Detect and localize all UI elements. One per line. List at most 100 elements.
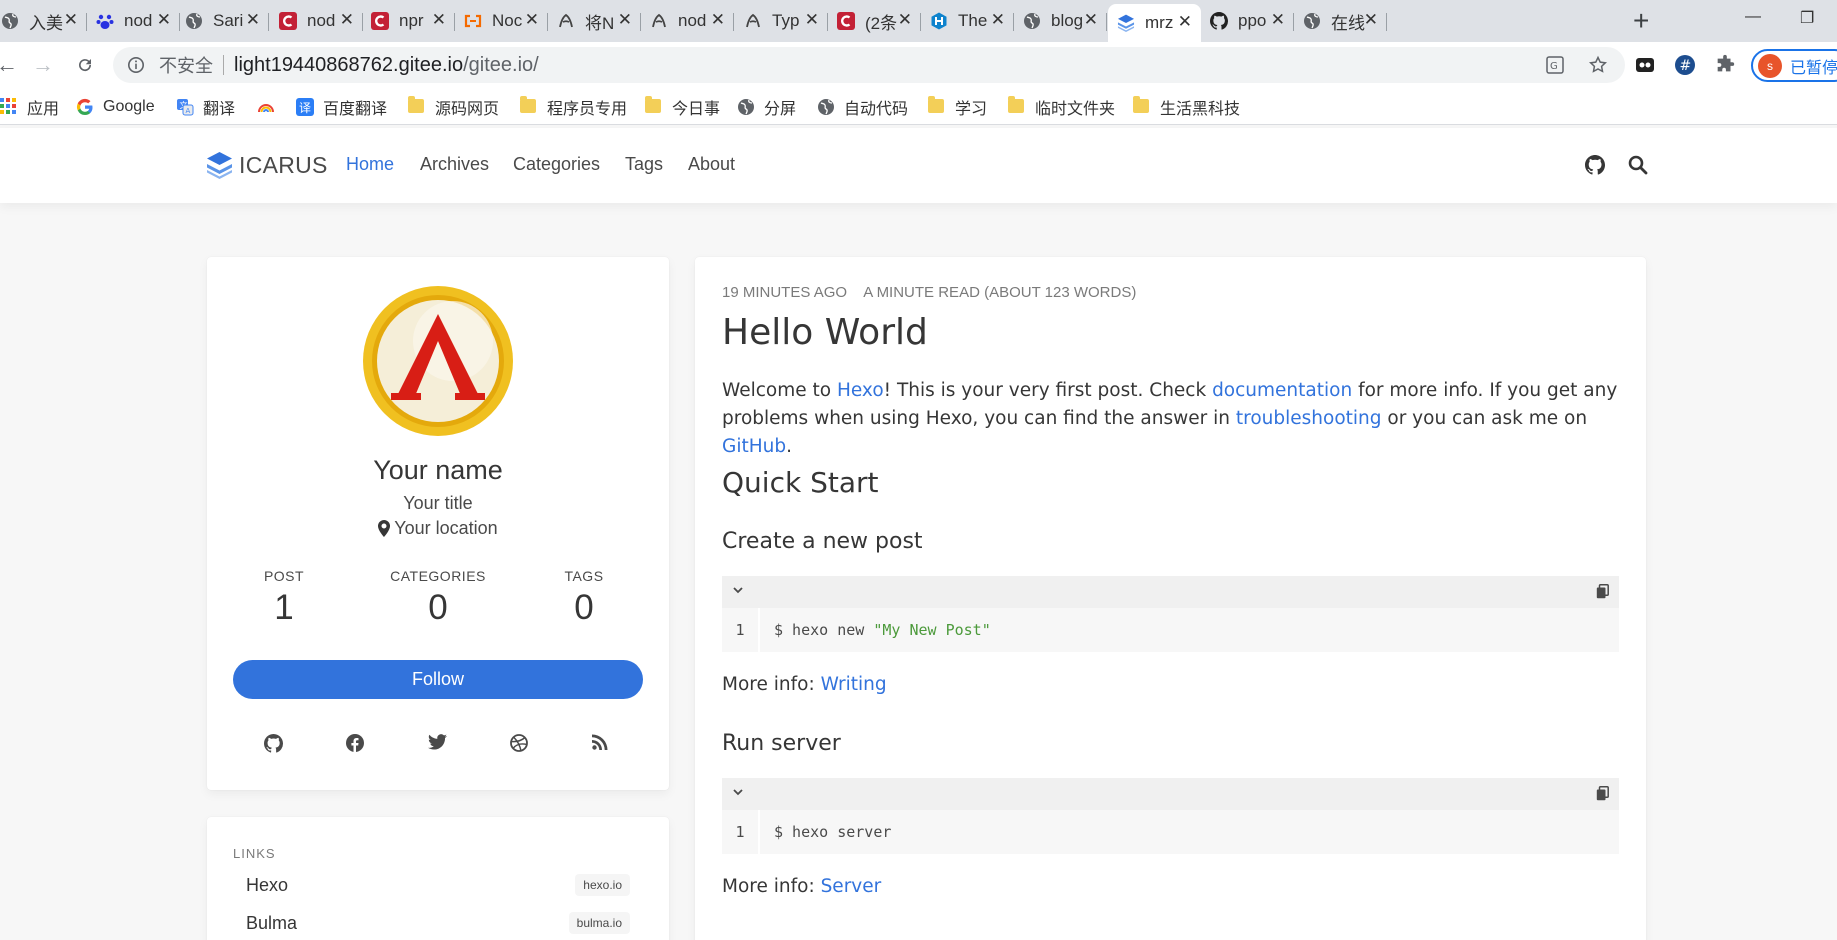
browser-tab[interactable]: nod ✕ bbox=[641, 6, 734, 36]
links-title: LINKS bbox=[233, 846, 276, 861]
globe-icon bbox=[737, 98, 755, 116]
browser-tab[interactable]: 在线 ✕ bbox=[1294, 6, 1387, 36]
bookmark-star-icon[interactable] bbox=[1588, 55, 1608, 75]
forward-icon[interactable]: → bbox=[30, 52, 56, 78]
close-tab-icon[interactable]: ✕ bbox=[805, 10, 819, 30]
copy-icon[interactable] bbox=[1596, 584, 1609, 599]
browser-tab[interactable]: ppo ✕ bbox=[1201, 6, 1294, 36]
chevron-down-icon[interactable] bbox=[732, 584, 744, 596]
bookmark-item[interactable]: 今日事 bbox=[645, 95, 720, 119]
translate-icon[interactable]: G bbox=[1545, 55, 1565, 75]
search-icon[interactable] bbox=[1628, 155, 1648, 175]
close-tab-icon[interactable]: ✕ bbox=[1271, 10, 1285, 30]
browser-tab[interactable]: nod ✕ bbox=[270, 6, 363, 36]
back-icon[interactable]: ← bbox=[0, 52, 20, 78]
chevron-down-icon[interactable] bbox=[732, 786, 744, 798]
troubleshooting-link[interactable]: troubleshooting bbox=[1236, 408, 1382, 429]
bookmark-item[interactable]: 分屏 bbox=[737, 95, 796, 119]
bookmark-label: 翻译 bbox=[203, 101, 236, 118]
browser-tab[interactable]: nod ✕ bbox=[87, 6, 180, 36]
browser-tab[interactable]: Noc ✕ bbox=[455, 6, 548, 36]
server-link[interactable]: Server bbox=[821, 876, 882, 897]
close-tab-icon[interactable]: ✕ bbox=[525, 10, 539, 30]
yuque-icon bbox=[556, 11, 576, 31]
facebook-icon[interactable] bbox=[346, 734, 366, 754]
bookmark-item[interactable]: Google bbox=[76, 95, 155, 119]
extensions-puzzle-icon[interactable] bbox=[1714, 54, 1736, 76]
close-tab-icon[interactable]: ✕ bbox=[1084, 10, 1098, 30]
browser-tab[interactable]: (2条 ✕ bbox=[828, 6, 921, 36]
close-tab-icon[interactable]: ✕ bbox=[898, 10, 912, 30]
nav-home[interactable]: Home bbox=[346, 154, 394, 175]
profile-button[interactable]: s 已暂停 bbox=[1751, 49, 1837, 82]
nav-archives[interactable]: Archives bbox=[420, 154, 489, 175]
reload-icon[interactable] bbox=[72, 52, 98, 78]
close-tab-icon[interactable]: ✕ bbox=[1178, 12, 1192, 32]
nav-tags[interactable]: Tags bbox=[625, 154, 663, 175]
follow-button[interactable]: Follow bbox=[233, 660, 643, 699]
bookmark-item[interactable]: 学习 bbox=[928, 95, 987, 119]
bookmark-item[interactable]: 译百度翻译 bbox=[296, 95, 387, 119]
omnibox[interactable]: 不安全 light19440868762.gitee.io/gitee.io/ … bbox=[113, 47, 1625, 83]
browser-tab[interactable]: 入美 ✕ bbox=[0, 6, 87, 36]
run-server-heading: Run server bbox=[722, 731, 841, 756]
bookmark-item[interactable]: 自动代码 bbox=[817, 95, 908, 119]
close-tab-icon[interactable]: ✕ bbox=[246, 10, 260, 30]
new-tab-button[interactable]: + bbox=[1633, 6, 1649, 36]
github-icon[interactable] bbox=[264, 734, 284, 754]
browser-tab[interactable]: Sari ✕ bbox=[176, 6, 269, 36]
hexo-link[interactable]: Hexo bbox=[837, 380, 884, 401]
minimize-button[interactable]: — bbox=[1745, 8, 1761, 26]
nav-categories[interactable]: Categories bbox=[513, 154, 600, 175]
bookmark-item[interactable] bbox=[257, 95, 284, 119]
github-link[interactable]: GitHub bbox=[722, 436, 786, 457]
hashtag-extension-icon[interactable]: # bbox=[1674, 54, 1696, 76]
dribbble-icon[interactable] bbox=[510, 734, 530, 754]
close-tab-icon[interactable]: ✕ bbox=[432, 10, 446, 30]
link-item-bulma[interactable]: Bulma bulma.io bbox=[246, 912, 630, 934]
nav-about[interactable]: About bbox=[688, 154, 735, 175]
documentation-link[interactable]: documentation bbox=[1212, 380, 1352, 401]
browser-tab[interactable]: 将N ✕ bbox=[548, 6, 641, 36]
url-text[interactable]: light19440868762.gitee.io/gitee.io/ bbox=[234, 54, 539, 77]
yuque-icon bbox=[649, 11, 669, 31]
bookmark-item[interactable]: 程序员专用 bbox=[520, 95, 627, 119]
bookmark-item[interactable]: 源码网页 bbox=[408, 95, 499, 119]
github-icon[interactable] bbox=[1585, 155, 1605, 175]
site-info-icon[interactable] bbox=[125, 54, 147, 76]
close-tab-icon[interactable]: ✕ bbox=[64, 10, 78, 30]
bookmark-item[interactable]: 临时文件夹 bbox=[1008, 95, 1115, 119]
close-tab-icon[interactable]: ✕ bbox=[991, 10, 1005, 30]
stat-posts[interactable]: POST 1 bbox=[207, 568, 361, 628]
browser-tab[interactable]: Typ ✕ bbox=[735, 6, 828, 36]
browser-tab[interactable]: mrz ✕ bbox=[1108, 4, 1201, 42]
link-item-hexo[interactable]: Hexo hexo.io bbox=[246, 874, 630, 896]
stat-tags[interactable]: TAGS 0 bbox=[507, 568, 661, 628]
svg-text:#: # bbox=[1680, 58, 1692, 74]
close-tab-icon[interactable]: ✕ bbox=[711, 10, 725, 30]
bookmark-label: 源码网页 bbox=[435, 101, 500, 118]
bookmark-item[interactable]: 应用 bbox=[0, 95, 59, 119]
browser-tab[interactable]: npr ✕ bbox=[362, 6, 455, 36]
folder-icon bbox=[408, 96, 426, 116]
link-tag: bulma.io bbox=[568, 912, 630, 934]
post-card: 19 MINUTES AGO A MINUTE READ (ABOUT 123 … bbox=[695, 257, 1646, 940]
close-tab-icon[interactable]: ✕ bbox=[157, 10, 171, 30]
browser-tab[interactable]: blog ✕ bbox=[1014, 6, 1107, 36]
post-intro: Welcome to Hexo! This is your very first… bbox=[722, 380, 1618, 457]
writing-link[interactable]: Writing bbox=[821, 674, 887, 695]
close-tab-icon[interactable]: ✕ bbox=[618, 10, 632, 30]
site-logo[interactable]: ICARUS bbox=[206, 151, 328, 179]
post-title[interactable]: Hello World bbox=[722, 312, 928, 353]
restore-button[interactable]: ❐ bbox=[1800, 8, 1814, 28]
rss-icon[interactable] bbox=[592, 734, 612, 754]
browser-tab[interactable]: The ✕ bbox=[921, 6, 1014, 36]
twitter-icon[interactable] bbox=[428, 734, 448, 754]
stat-categories[interactable]: CATEGORIES 0 bbox=[361, 568, 515, 628]
extension-icon[interactable] bbox=[1634, 54, 1656, 76]
copy-icon[interactable] bbox=[1596, 786, 1609, 801]
bookmark-item[interactable]: 文A 翻译 bbox=[176, 95, 235, 119]
close-tab-icon[interactable]: ✕ bbox=[340, 10, 354, 30]
close-tab-icon[interactable]: ✕ bbox=[1364, 10, 1378, 30]
bookmark-item[interactable]: 生活黑科技 bbox=[1133, 95, 1240, 119]
